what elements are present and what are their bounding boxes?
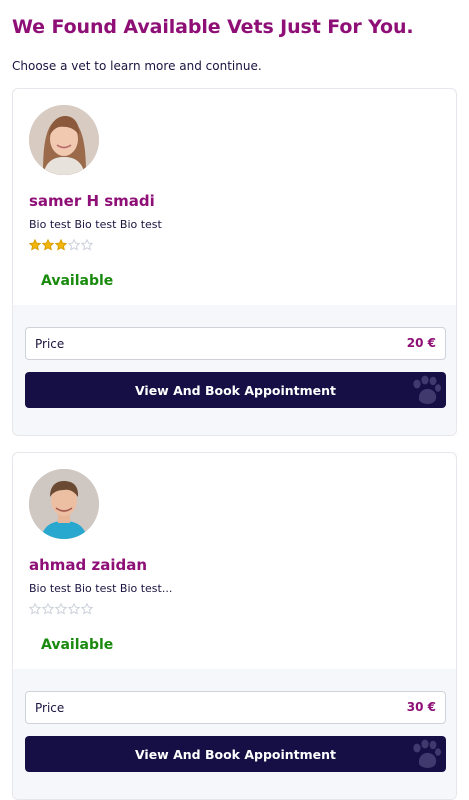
view-and-book-button[interactable]: View And Book Appointment — [25, 736, 446, 772]
view-and-book-button[interactable]: View And Book Appointment — [25, 372, 446, 408]
card-footer: Price 20 € View And Book Appointment — [13, 305, 456, 435]
page-title: We Found Available Vets Just For You. — [12, 16, 414, 38]
vet-avatar[interactable] — [29, 105, 99, 175]
star-icon — [81, 239, 93, 251]
star-icon — [42, 239, 54, 251]
availability-status: Available — [41, 273, 114, 289]
vet-name[interactable]: samer H smadi — [29, 192, 155, 210]
price-field: Price 30 € — [25, 691, 446, 724]
paw-icon — [413, 739, 441, 768]
price-value: 30 € — [406, 700, 436, 714]
vet-bio: Bio test Bio test Bio test... — [29, 582, 173, 595]
view-and-book-button-label: View And Book Appointment — [134, 383, 337, 398]
card-footer: Price 30 € View And Book Appointment — [13, 669, 456, 799]
star-rating — [29, 239, 93, 251]
page-subtitle: Choose a vet to learn more and continue. — [12, 59, 262, 73]
vet-bio: Bio test Bio test Bio test — [29, 218, 162, 231]
price-label: Price — [35, 701, 65, 715]
vet-card[interactable]: samer H smadi Bio test Bio test Bio test… — [12, 88, 457, 436]
price-label: Price — [35, 337, 65, 351]
vet-card[interactable]: ahmad zaidan Bio test Bio test Bio test.… — [12, 452, 457, 800]
availability-status: Available — [41, 637, 114, 653]
star-icon — [68, 603, 80, 615]
paw-icon — [413, 375, 441, 404]
price-value: 20 € — [406, 336, 436, 350]
star-icon — [68, 239, 80, 251]
vet-name[interactable]: ahmad zaidan — [29, 556, 147, 574]
star-icon — [81, 603, 93, 615]
price-field: Price 20 € — [25, 327, 446, 360]
star-rating — [29, 603, 93, 615]
star-icon — [55, 239, 67, 251]
star-icon — [29, 603, 41, 615]
vet-avatar[interactable] — [29, 469, 99, 539]
star-icon — [29, 239, 41, 251]
star-icon — [55, 603, 67, 615]
star-icon — [42, 603, 54, 615]
view-and-book-button-label: View And Book Appointment — [134, 747, 337, 762]
